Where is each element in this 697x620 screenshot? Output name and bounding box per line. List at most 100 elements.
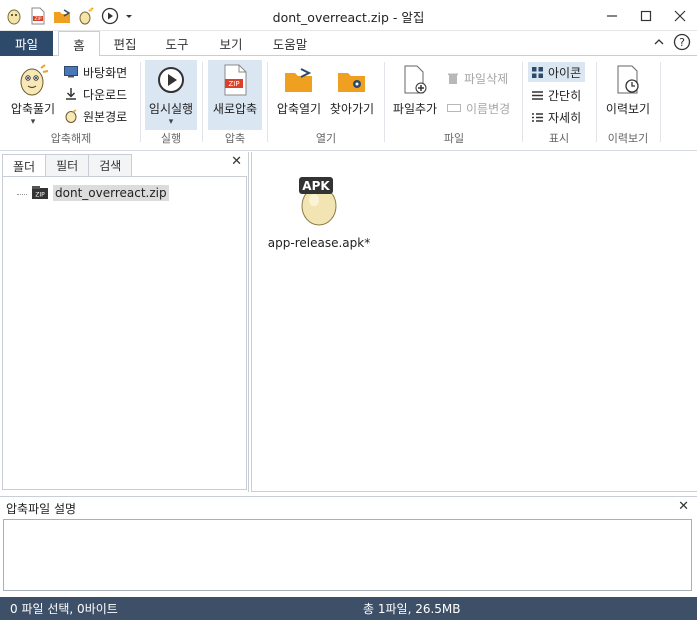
svg-text:ZIP: ZIP xyxy=(35,192,45,199)
group-label-file: 파일 xyxy=(443,132,465,145)
ribbon-separator xyxy=(384,62,385,142)
tab-help[interactable]: 도움말 xyxy=(264,31,316,56)
new-compress-label: 새로압축 xyxy=(212,102,258,116)
temp-run-label: 임시실행 xyxy=(148,102,194,116)
folder-panel-close-icon[interactable]: ✕ xyxy=(231,154,242,169)
group-label-compress: 압축 xyxy=(224,132,246,145)
trash-icon xyxy=(448,73,458,84)
folder-open-icon xyxy=(281,62,317,98)
description-close-icon[interactable]: ✕ xyxy=(678,499,689,514)
extract-button[interactable]: 압축풀기 ▾ xyxy=(6,60,60,127)
view-simple-label: 간단히 xyxy=(548,88,582,103)
file-item[interactable]: APK app-release.apk* xyxy=(268,174,370,250)
file-name: app-release.apk* xyxy=(267,236,371,250)
grid-icon xyxy=(532,66,543,78)
find-open-button[interactable]: 찾아가기 xyxy=(326,60,378,117)
rename-icon xyxy=(447,104,461,112)
original-path-label: 원본경로 xyxy=(83,109,128,124)
ribbon-separator xyxy=(267,62,268,142)
view-detail-label: 자세히 xyxy=(548,110,582,125)
open-archive-label: 압축열기 xyxy=(276,102,322,116)
file-menu-tab[interactable]: 파일 xyxy=(0,31,53,56)
tab-edit[interactable]: 편집 xyxy=(104,31,146,56)
ribbon: 압축풀기 ▾ 바탕화면 다운로드 원본경로 압축해제 임시실행 ▾ 실행 ZIP… xyxy=(0,56,697,151)
help-icon[interactable]: ? xyxy=(673,33,691,54)
tree-connector xyxy=(17,193,27,195)
folder-panel-tabs: 폴더 필터 검색 xyxy=(2,154,133,177)
tab-search[interactable]: 검색 xyxy=(88,154,133,176)
original-path-icon xyxy=(65,109,77,123)
svg-text:?: ? xyxy=(679,36,685,49)
folder-location-icon xyxy=(334,62,370,98)
file-list-area: APK app-release.apk* xyxy=(251,152,697,492)
ribbon-separator xyxy=(140,62,141,142)
collapse-ribbon-icon[interactable] xyxy=(653,36,665,51)
find-open-label: 찾아가기 xyxy=(329,102,375,116)
window-controls xyxy=(595,0,697,31)
description-textarea[interactable] xyxy=(3,519,692,591)
tab-home[interactable]: 홈 xyxy=(58,31,100,57)
history-view-label: 이력보기 xyxy=(605,102,651,116)
delete-file-button[interactable]: 파일삭제 xyxy=(447,68,508,88)
extract-label: 압축풀기 xyxy=(10,102,56,116)
minimize-button[interactable] xyxy=(595,0,629,31)
tab-tools[interactable]: 도구 xyxy=(156,31,198,56)
group-label-view: 표시 xyxy=(548,132,570,145)
play-circle-icon xyxy=(153,62,189,98)
ribbon-separator xyxy=(522,62,523,142)
download-icon xyxy=(66,88,76,100)
open-archive-button[interactable]: 압축열기 xyxy=(272,60,326,117)
add-file-icon xyxy=(397,62,433,98)
extract-to-download-button[interactable]: 다운로드 xyxy=(64,84,127,104)
view-detail-button[interactable]: 자세히 xyxy=(532,107,581,127)
desktop-icon xyxy=(64,66,78,78)
archive-description-panel: 압축파일 설명 ✕ xyxy=(0,496,697,596)
history-icon xyxy=(610,62,646,98)
list-icon xyxy=(532,90,543,100)
tab-view[interactable]: 보기 xyxy=(210,31,252,56)
rename-label: 이름변경 xyxy=(466,101,511,116)
folder-tree: ZIP dont_overreact.zip xyxy=(2,176,247,490)
selection-status: 0 파일 선택, 0바이트 xyxy=(10,602,118,616)
total-status: 총 1파일, 26.5MB xyxy=(363,602,461,616)
group-label-extract: 압축해제 xyxy=(50,132,92,145)
new-compress-button[interactable]: ZIP 새로압축 xyxy=(208,60,262,130)
status-bar: 0 파일 선택, 0바이트 총 1파일, 26.5MB xyxy=(0,597,697,620)
group-label-history: 이력보기 xyxy=(607,132,649,145)
delete-file-label: 파일삭제 xyxy=(464,71,509,86)
temp-run-dropdown-icon[interactable]: ▾ xyxy=(169,117,174,127)
history-view-button[interactable]: 이력보기 xyxy=(601,60,655,117)
title-bar: ZIP dont_overreact.zip - 알집 xyxy=(0,0,697,31)
zip-document-icon: ZIP xyxy=(217,62,253,98)
temp-run-button[interactable]: 임시실행 ▾ xyxy=(145,60,197,130)
svg-text:APK: APK xyxy=(302,179,330,193)
extract-to-desktop-button[interactable]: 바탕화면 xyxy=(64,62,127,82)
zip-archive-icon: ZIP xyxy=(32,186,48,199)
tab-folder[interactable]: 폴더 xyxy=(2,154,47,177)
folder-panel: 폴더 필터 검색 ✕ ZIP dont_overreact.zip xyxy=(0,152,249,492)
extract-to-original-path-button[interactable]: 원본경로 xyxy=(64,106,127,126)
tree-item-label: dont_overreact.zip xyxy=(53,185,169,201)
window-title: dont_overreact.zip - 알집 xyxy=(272,10,425,25)
apk-file-icon: APK xyxy=(299,177,337,226)
ribbon-options: ? xyxy=(653,33,691,54)
ribbon-separator xyxy=(202,62,203,142)
ribbon-separator xyxy=(596,62,597,142)
add-file-button[interactable]: 파일추가 xyxy=(389,60,441,117)
ribbon-separator xyxy=(660,62,661,142)
close-button[interactable] xyxy=(663,0,697,31)
group-label-run: 실행 xyxy=(160,132,182,145)
svg-text:ZIP: ZIP xyxy=(228,80,239,88)
ribbon-tab-bar: 파일 홈 편집 도구 보기 도움말 ? xyxy=(0,31,697,57)
desktop-label: 바탕화면 xyxy=(83,65,128,80)
tab-filter[interactable]: 필터 xyxy=(45,154,90,176)
download-label: 다운로드 xyxy=(83,87,128,102)
view-icon-button[interactable]: 아이콘 xyxy=(528,62,586,82)
description-title: 압축파일 설명 xyxy=(6,502,77,516)
view-simple-button[interactable]: 간단히 xyxy=(532,85,581,105)
maximize-button[interactable] xyxy=(629,0,663,31)
tree-item-root[interactable]: ZIP dont_overreact.zip xyxy=(17,185,169,201)
extract-dropdown-icon[interactable]: ▾ xyxy=(31,117,36,127)
alzip-extract-icon xyxy=(15,62,51,98)
rename-button[interactable]: 이름변경 xyxy=(447,98,510,118)
